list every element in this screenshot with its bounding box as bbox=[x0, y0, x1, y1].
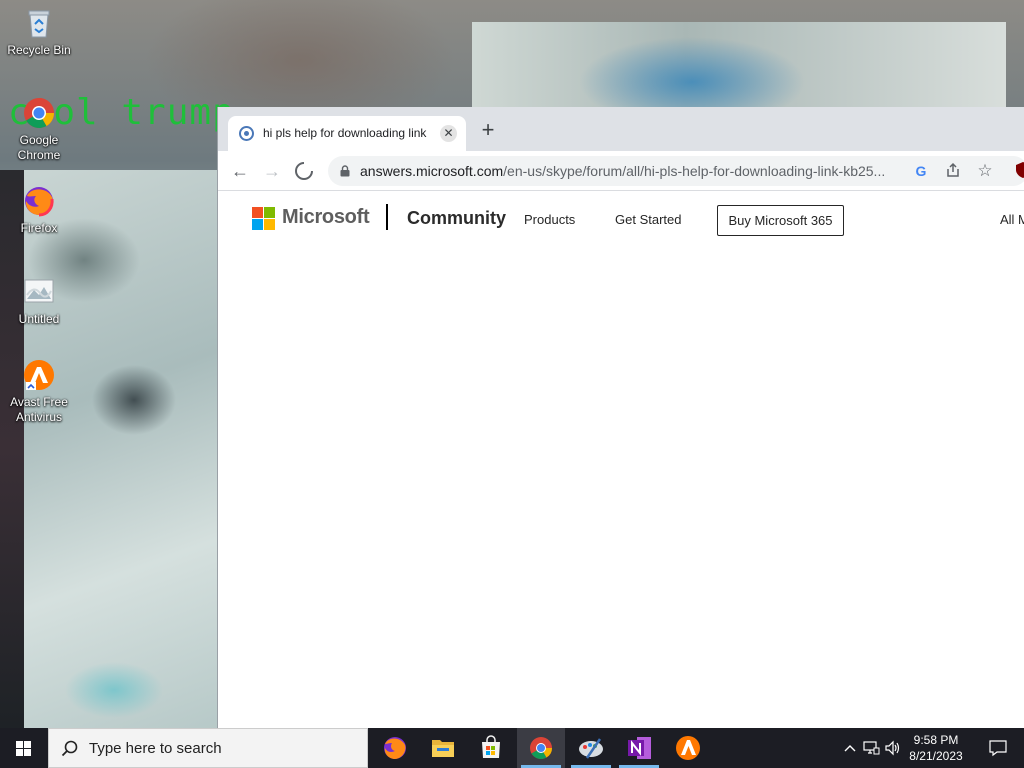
desktop-icon-label: Recycle Bin bbox=[7, 43, 71, 57]
avast-icon bbox=[22, 358, 56, 392]
loading-spinner-icon bbox=[295, 162, 313, 180]
microsoft-brand[interactable]: Microsoft bbox=[282, 206, 370, 229]
url-text: answers.microsoft.com/en-us/skype/forum/… bbox=[360, 163, 885, 179]
desktop-icon-label: Google Chrome bbox=[17, 133, 61, 162]
tab-title: hi pls help for downloading link bbox=[263, 126, 427, 140]
browser-tab[interactable]: hi pls help for downloading link ✕ bbox=[228, 116, 466, 151]
header-divider bbox=[386, 204, 388, 230]
microsoft-logo-icon[interactable] bbox=[252, 207, 275, 230]
browser-toolbar: ← → answers.microsoft.com/en-us/skype/fo… bbox=[218, 151, 1024, 191]
wallpaper-photo bbox=[24, 170, 218, 728]
desktop-icon-recycle-bin[interactable]: Recycle Bin bbox=[0, 6, 78, 58]
url-path: /en-us/skype/forum/all/hi-pls-help-for-d… bbox=[503, 163, 886, 179]
desktop-icon-firefox[interactable]: Firefox bbox=[0, 184, 78, 236]
microsoft-store-taskbar-icon[interactable] bbox=[467, 728, 515, 768]
wallpaper-photo-top bbox=[472, 22, 1006, 108]
tab-strip: hi pls help for downloading link ✕ + bbox=[218, 107, 1024, 151]
web-page: Microsoft Community Products Get Started… bbox=[218, 192, 1024, 728]
nav-get-started[interactable]: Get Started bbox=[615, 212, 681, 227]
taskbar: Type here to search 9:58 PM 8/21/2023 bbox=[0, 728, 1024, 768]
file-explorer-taskbar-icon[interactable] bbox=[419, 728, 467, 768]
new-tab-button[interactable]: + bbox=[476, 119, 500, 143]
notifications-icon[interactable] bbox=[988, 739, 1008, 757]
chrome-taskbar-icon[interactable] bbox=[517, 728, 565, 768]
wallpaper-strip bbox=[0, 170, 24, 728]
clock-date: 8/21/2023 bbox=[909, 749, 963, 763]
close-tab-icon[interactable]: ✕ bbox=[440, 125, 457, 142]
bookmark-star-icon[interactable]: ☆ bbox=[976, 162, 994, 180]
taskbar-clock[interactable]: 9:58 PM 8/21/2023 bbox=[896, 732, 976, 764]
share-icon[interactable] bbox=[944, 162, 962, 180]
system-tray: 9:58 PM 8/21/2023 bbox=[834, 728, 1024, 768]
lock-icon[interactable] bbox=[340, 165, 350, 177]
buy-microsoft-365-button[interactable]: Buy Microsoft 365 bbox=[717, 205, 844, 236]
start-button[interactable] bbox=[0, 728, 48, 768]
stop-loading-button[interactable] bbox=[291, 159, 317, 183]
desktop-icon-google-chrome[interactable]: Google Chrome bbox=[0, 96, 78, 163]
recycle-bin-icon bbox=[22, 6, 56, 40]
windows-logo-icon bbox=[16, 741, 31, 756]
desktop-icon-untitled[interactable]: Untitled bbox=[0, 275, 78, 327]
forward-button[interactable]: → bbox=[259, 159, 285, 183]
firefox-icon bbox=[22, 184, 56, 218]
desktop-icon-label: Untitled bbox=[18, 312, 60, 326]
chrome-icon bbox=[22, 96, 56, 130]
search-placeholder: Type here to search bbox=[89, 740, 222, 757]
paint-taskbar-icon[interactable] bbox=[567, 728, 615, 768]
loading-favicon-icon bbox=[239, 126, 254, 141]
google-icon[interactable]: G bbox=[912, 162, 930, 180]
ublock-icon[interactable] bbox=[1014, 162, 1024, 180]
search-icon bbox=[61, 740, 78, 757]
firefox-taskbar-icon[interactable] bbox=[371, 728, 419, 768]
image-file-icon bbox=[22, 275, 56, 309]
desktop-icon-label: Firefox bbox=[20, 221, 58, 235]
avast-taskbar-icon[interactable] bbox=[664, 728, 712, 768]
taskbar-search[interactable]: Type here to search bbox=[48, 728, 368, 768]
address-bar[interactable]: answers.microsoft.com/en-us/skype/forum/… bbox=[328, 156, 1024, 186]
chevron-up-icon[interactable] bbox=[842, 740, 858, 756]
nav-products[interactable]: Products bbox=[524, 212, 575, 227]
community-link[interactable]: Community bbox=[407, 208, 506, 229]
url-host: answers.microsoft.com bbox=[360, 163, 504, 179]
network-icon[interactable] bbox=[862, 740, 880, 756]
desktop-icon-avast[interactable]: Avast Free Antivirus bbox=[0, 358, 78, 425]
back-button[interactable]: ← bbox=[227, 159, 253, 183]
chrome-window: hi pls help for downloading link ✕ + ← →… bbox=[217, 107, 1024, 728]
nav-all-microsoft[interactable]: All M bbox=[1000, 212, 1024, 227]
onenote-taskbar-icon[interactable] bbox=[615, 728, 663, 768]
desktop-icon-label: Avast Free Antivirus bbox=[10, 395, 68, 424]
clock-time: 9:58 PM bbox=[913, 733, 959, 747]
